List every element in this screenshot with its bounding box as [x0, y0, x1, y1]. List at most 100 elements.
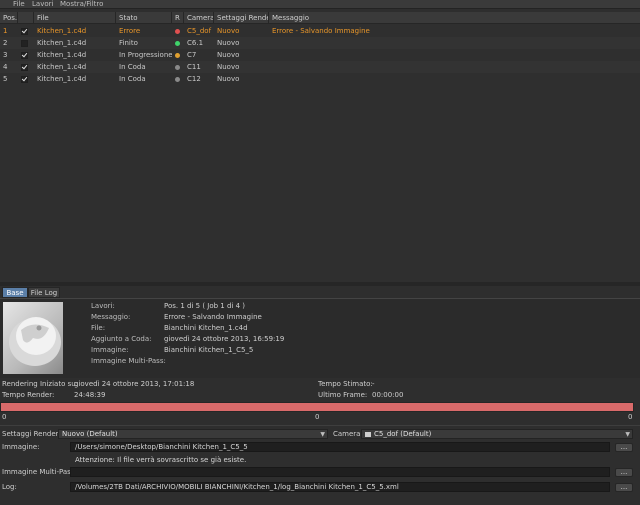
cell-settaggi: Nuovo: [217, 75, 240, 83]
status-dot-cell: [172, 25, 184, 37]
enable-checkbox[interactable]: [21, 51, 28, 59]
multipass-label: Immagine Multi-Pass:: [91, 357, 166, 365]
cell-camera: C6.1: [187, 39, 204, 47]
enable-checkbox[interactable]: [21, 75, 28, 83]
menu-mostra-filtro[interactable]: Mostra/Filtro: [60, 0, 103, 9]
render-preview-shape: [9, 317, 61, 366]
file-label: File:: [91, 324, 106, 332]
cell-messaggio: [269, 73, 640, 85]
tab-base[interactable]: Base: [2, 287, 28, 298]
cell-camera: C11: [187, 63, 201, 71]
cell-settaggi: Nuovo: [217, 51, 240, 59]
enable-checkbox[interactable]: [21, 63, 28, 71]
camera-label: Camera: [333, 430, 361, 438]
col-stato[interactable]: Stato: [116, 12, 172, 24]
tempo-stimato-value: -: [372, 380, 375, 388]
enable-checkbox-cell: [18, 25, 34, 37]
col-messaggio[interactable]: Messaggio: [269, 12, 640, 24]
table-row[interactable]: 3 Kitchen_1.c4d In Progressione C7 Nuovo: [0, 49, 640, 61]
table-header: Pos. File Stato R Camera Settaggi Render…: [0, 12, 640, 24]
col-settaggi[interactable]: Settaggi Render: [214, 12, 269, 24]
tempo-render-label: Tempo Render:: [2, 391, 55, 399]
status-dot-cell: [172, 73, 184, 85]
tab-file-log[interactable]: File Log: [28, 287, 60, 298]
status-dot-icon: [175, 76, 180, 82]
status-dot-cell: [172, 49, 184, 61]
enable-checkbox-cell: [18, 61, 34, 73]
immagine-value: Bianchini Kitchen_1_C5_5: [164, 346, 254, 354]
cell-pos: 3: [3, 51, 8, 59]
divider: [0, 425, 640, 426]
cell-file: Kitchen_1.c4d: [37, 39, 87, 47]
cell-stato: In Coda: [119, 63, 146, 71]
cell-stato: In Progressione: [119, 51, 172, 59]
table-row[interactable]: 5 Kitchen_1.c4d In Coda C12 Nuovo: [0, 73, 640, 85]
table-row[interactable]: 1 Kitchen_1.c4d Errore C5_dof Nuovo Errore - …: [0, 25, 640, 37]
log-path-label: Log:: [2, 483, 17, 491]
enable-checkbox-cell: [18, 37, 34, 49]
cell-camera: C5_dof: [187, 27, 212, 35]
aggiunto-label: Aggiunto a Coda:: [91, 335, 152, 343]
status-dot-icon: [175, 52, 180, 58]
menu-file[interactable]: File: [13, 0, 25, 9]
ultimo-frame-value: 00:00:00: [372, 391, 404, 399]
multipass-path-field[interactable]: [70, 467, 610, 477]
lavori-value: Pos. 1 di 5 ( Job 1 di 4 ): [164, 302, 245, 310]
render-progress-bar: [0, 402, 634, 412]
settaggi-render-label: Settaggi Render:: [2, 430, 61, 438]
enable-checkbox-cell: [18, 49, 34, 61]
cell-messaggio: Errore - Salvando Immagine: [272, 27, 370, 35]
settaggi-render-value: Nuovo (Default): [62, 430, 118, 438]
table-row[interactable]: 2 Kitchen_1.c4d Finito C6.1 Nuovo: [0, 37, 640, 49]
tempo-stimato-label: Tempo Stimato:: [318, 380, 373, 388]
status-dot-icon: [175, 28, 180, 34]
render-preview-image: [3, 302, 63, 374]
col-camera[interactable]: Camera: [184, 12, 214, 24]
aggiunto-value: giovedì 24 ottobre 2013, 16:59:19: [164, 335, 285, 343]
messaggio-label: Messaggio:: [91, 313, 131, 321]
immagine-label: Immagine:: [91, 346, 129, 354]
log-path-field[interactable]: /Volumes/2TB Dati/ARCHIVIO/MOBILI BIANCH…: [70, 482, 610, 492]
settaggi-render-select[interactable]: Nuovo (Default) ▼: [58, 429, 328, 439]
cell-pos: 2: [3, 39, 8, 47]
col-pos[interactable]: Pos.: [0, 12, 18, 24]
camera-value: C5_dof (Default): [374, 430, 432, 438]
camera-select[interactable]: C5_dof (Default) ▼: [361, 429, 633, 439]
status-dot-icon: [175, 64, 180, 70]
status-dot-cell: [172, 61, 184, 73]
cell-settaggi: Nuovo: [217, 39, 240, 47]
status-dot-cell: [172, 37, 184, 49]
menu-lavori[interactable]: Lavori: [32, 0, 53, 9]
status-dot-icon: [175, 40, 180, 46]
cell-stato: Errore: [119, 27, 141, 35]
cell-file: Kitchen_1.c4d: [37, 75, 87, 83]
progress-tick-end: 0: [628, 413, 633, 421]
render-progress-fill: [1, 403, 633, 411]
cell-camera: C12: [187, 75, 201, 83]
cell-file: Kitchen_1.c4d: [37, 63, 87, 71]
table-row[interactable]: 4 Kitchen_1.c4d In Coda C11 Nuovo: [0, 61, 640, 73]
cell-settaggi: Nuovo: [217, 27, 240, 35]
cell-messaggio: [269, 37, 640, 49]
overwrite-warning: Attenzione: Il file verrà sovrascritto s…: [75, 456, 247, 464]
enable-checkbox-cell: [18, 73, 34, 85]
cell-pos: 5: [3, 75, 8, 83]
multipass-browse-button[interactable]: ...: [615, 468, 633, 477]
chevron-down-icon: ▼: [320, 431, 325, 438]
enable-checkbox[interactable]: [21, 39, 28, 47]
panel-splitter[interactable]: [0, 282, 640, 286]
camera-icon: [365, 432, 371, 437]
immagine-browse-button[interactable]: ...: [615, 443, 633, 452]
multipass-path-label: Immagine Multi-Pass:: [2, 468, 77, 476]
cell-file: Kitchen_1.c4d: [37, 27, 87, 35]
col-r[interactable]: R: [172, 12, 184, 24]
col-check[interactable]: [18, 12, 34, 24]
cell-pos: 4: [3, 63, 8, 71]
immagine-path-label: Immagine:: [2, 443, 40, 451]
cell-settaggi: Nuovo: [217, 63, 240, 71]
enable-checkbox[interactable]: [21, 27, 28, 35]
col-file[interactable]: File: [34, 12, 116, 24]
cell-file: Kitchen_1.c4d: [37, 51, 87, 59]
log-browse-button[interactable]: ...: [615, 483, 633, 492]
immagine-path-field[interactable]: /Users/simone/Desktop/Bianchini Kitchen_…: [70, 442, 610, 452]
